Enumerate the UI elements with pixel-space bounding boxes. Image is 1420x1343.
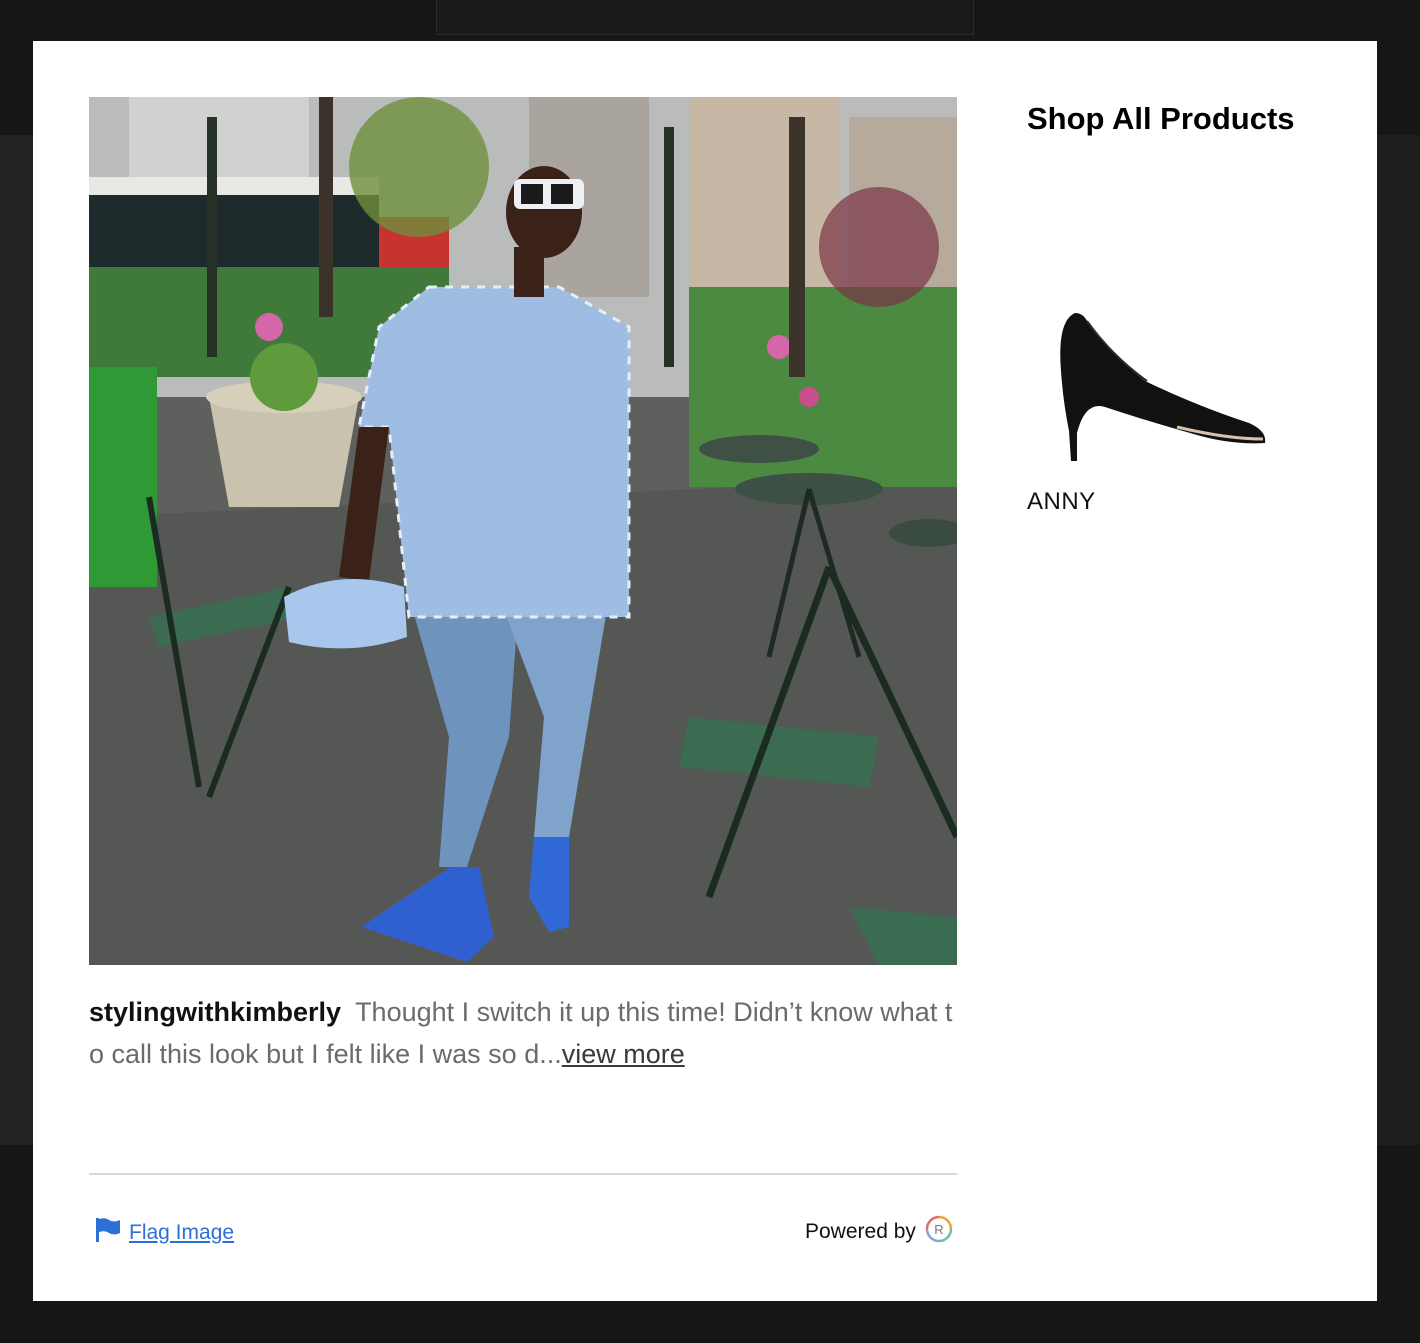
product-name[interactable]: ANNY xyxy=(1027,488,1307,516)
powered-by-label: Powered by xyxy=(805,1220,916,1243)
background-header-strip xyxy=(436,0,974,35)
flag-image-label: Flag Image xyxy=(129,1220,235,1244)
view-more-link[interactable]: view more xyxy=(562,1039,685,1069)
post-username[interactable]: stylingwithkimberly xyxy=(89,997,341,1027)
product-card[interactable]: ANNY xyxy=(1027,311,1307,516)
brand-logo-icon[interactable]: R xyxy=(925,1215,953,1249)
flag-image-link[interactable]: Flag Image xyxy=(95,1217,234,1248)
flag-icon xyxy=(95,1217,121,1248)
post-caption: stylingwithkimberly Thought I switch it u… xyxy=(89,991,957,1075)
powered-by: Powered by R xyxy=(805,1215,953,1249)
black-suede-pointed-pump-icon[interactable] xyxy=(1027,311,1307,466)
shop-all-products-heading: Shop All Products xyxy=(1027,101,1295,136)
background-gallery-left xyxy=(0,135,33,1145)
footer-divider xyxy=(89,1173,957,1175)
background-gallery-right xyxy=(1377,135,1420,1145)
street-style-photo xyxy=(89,97,957,965)
brand-logo-letter: R xyxy=(934,1222,943,1237)
lightbox-modal: stylingwithkimberly Thought I switch it u… xyxy=(33,41,1377,1301)
post-photo xyxy=(89,97,957,965)
